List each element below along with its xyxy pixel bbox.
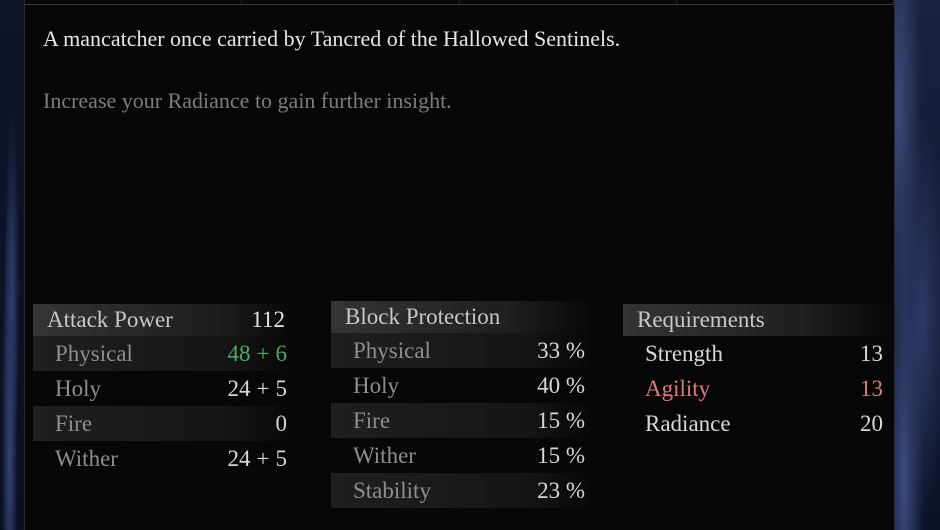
requirement-label: Radiance [645,410,731,436]
block-protection-section: Block Protection Physical 33 % Holy 40 %… [331,301,591,508]
attack-row-holy: Holy 24 +5 [33,371,293,406]
block-label: Holy [353,372,399,398]
block-value: 15 % [537,442,585,468]
block-value: 15 % [537,407,585,433]
block-value: 40 % [537,372,585,398]
block-protection-header: Block Protection [331,301,591,333]
tab-segment [459,0,677,5]
requirement-value: 20 [860,410,883,436]
attack-power-section: Attack Power 112 Physical 48 +6 Holy 24 +5… [33,304,293,476]
requirements-title: Requirements [637,307,765,332]
requirement-label: Strength [645,340,723,366]
attack-value: 0 [276,411,288,437]
block-label: Physical [353,337,431,363]
background-left [0,0,24,530]
block-value: 33 % [537,337,585,363]
item-details-panel: A mancatcher once carried by Tancred of … [24,0,895,530]
attack-row-fire: Fire 0 [33,406,293,441]
block-row-stability: Stability 23 % [331,473,591,508]
attack-power-header: Attack Power 112 [33,304,293,336]
block-row-wither: Wither 15 % [331,438,591,473]
requirement-label: Agility [645,375,711,401]
attack-label: Wither [55,445,118,471]
requirement-value: 13 [860,375,883,401]
block-label: Fire [353,407,391,433]
block-label: Wither [353,442,416,468]
attack-bonus: 5 [275,375,288,401]
attack-row-wither: Wither 24 +5 [33,441,293,476]
requirement-value: 13 [860,340,883,366]
attack-base: 0 [275,410,288,436]
block-row-physical: Physical 33 % [331,333,591,368]
attack-label: Holy [55,375,101,401]
block-label: Stability [353,477,431,503]
tab-segment [242,0,460,5]
attack-power-title: Attack Power [47,307,173,332]
attack-value: 48 +6 [227,340,288,366]
block-row-fire: Fire 15 % [331,403,591,438]
requirements-section: Requirements Strength 13 Agility 13 Radi… [623,304,889,441]
insight-hint: Increase your Radiance to gain further i… [43,88,452,113]
requirement-row-agility: Agility 13 [623,371,889,406]
block-protection-title: Block Protection [345,304,501,329]
attack-row-physical: Physical 48 +6 [33,336,293,371]
block-value: 23 % [537,477,585,503]
attack-bonus: 6 [275,340,288,366]
attack-label: Fire [55,410,93,436]
requirements-header: Requirements [623,304,889,336]
attack-base: 48 [227,340,251,366]
requirement-row-radiance: Radiance 20 [623,406,889,441]
attack-power-total: 112 [251,307,285,332]
attack-label: Physical [55,340,133,366]
item-description: A mancatcher once carried by Tancred of … [43,26,621,51]
tab-segment [25,0,243,5]
attack-bonus: 5 [275,445,288,471]
block-row-holy: Holy 40 % [331,368,591,403]
top-tabs-strip [25,0,894,6]
attack-base: 24 [227,445,251,471]
tab-segment [676,0,894,5]
requirement-row-strength: Strength 13 [623,336,889,371]
attack-base: 24 [227,375,251,401]
attack-value: 24 +5 [227,375,288,401]
attack-value: 24 +5 [227,445,288,471]
